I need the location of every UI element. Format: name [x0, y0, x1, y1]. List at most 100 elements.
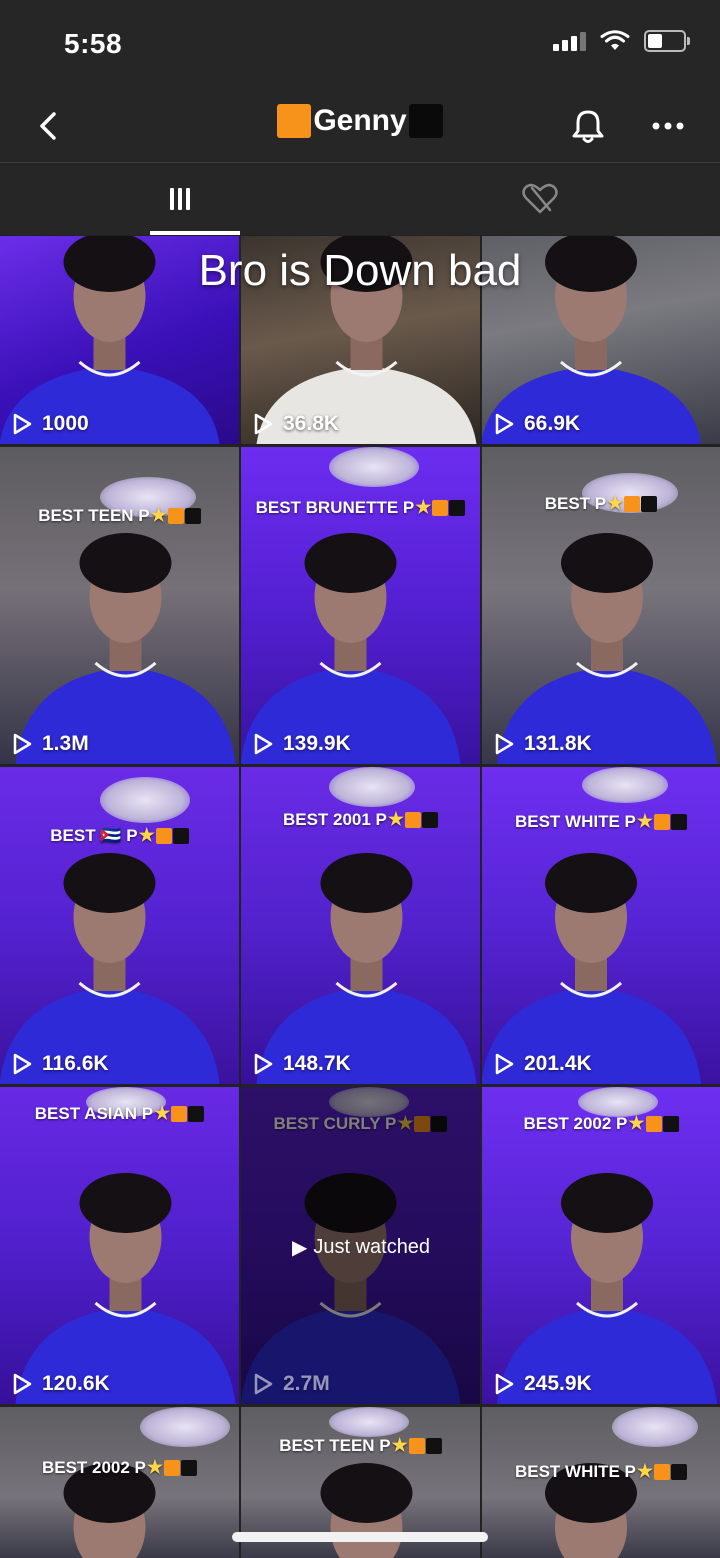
play-outline-icon [495, 733, 514, 755]
black-square-emoji [641, 495, 658, 512]
video-thumbnail[interactable]: BEST BRUNETTE P ★ 139.9K [241, 447, 480, 764]
view-count-text: 131.8K [524, 732, 592, 755]
orange-square-emoji [432, 499, 449, 516]
video-thumbnail[interactable]: BEST 🇨🇺 P ★ 116.6K [0, 767, 239, 1084]
black-square-emoji [671, 813, 688, 830]
caption-text: BEST 2002 P [41, 1457, 146, 1477]
view-count: 36.8K [251, 412, 339, 436]
orange-square-emoji [164, 1459, 181, 1476]
star-emoji: ★ [391, 1435, 408, 1455]
caption-text: BEST WHITE P [514, 811, 636, 831]
profile-tabs [0, 163, 720, 235]
status-time: 5:58 [64, 28, 123, 59]
view-count: 245.9K [492, 1372, 592, 1396]
status-bar: 5:58 [0, 0, 720, 90]
play-outline-icon [13, 733, 32, 755]
thumbnail-caption: BEST 2002 P ★ [0, 1457, 239, 1478]
person-figure [497, 1173, 717, 1404]
orange-square-emoji [277, 104, 312, 138]
star-emoji: ★ [138, 825, 155, 845]
video-thumbnail[interactable]: 66.9K [482, 236, 720, 444]
person-figure [15, 533, 236, 764]
play-outline-icon [254, 1373, 273, 1395]
thumbnail-caption: BEST TEEN P ★ [0, 505, 239, 526]
person-figure [241, 533, 461, 764]
black-square-emoji [449, 499, 466, 516]
black-square-emoji [662, 1115, 679, 1132]
caption-text: BEST 🇨🇺 P [50, 825, 138, 845]
orange-square-emoji [408, 1437, 425, 1454]
view-count-text: 1.3M [42, 732, 89, 755]
play-outline-icon [13, 413, 32, 435]
star-emoji: ★ [607, 493, 624, 513]
page-title: Genny [0, 104, 720, 138]
play-outline-icon [13, 1053, 32, 1075]
thumbnail-caption: BEST WHITE P ★ [482, 1461, 720, 1482]
tab-videos[interactable] [0, 163, 360, 235]
battery-icon [644, 30, 690, 52]
video-thumbnail[interactable]: BEST WHITE P ★ [482, 1407, 720, 1558]
video-thumbnail[interactable]: BEST TEEN P ★ 1.3M [0, 447, 239, 764]
black-square-emoji [408, 104, 443, 138]
thumbnail-caption: BEST 🇨🇺 P ★ [0, 825, 239, 846]
video-thumbnail[interactable]: BEST ASIAN P ★ 120.6K [0, 1087, 239, 1404]
orange-square-emoji [171, 1105, 188, 1122]
heart-slash-icon [522, 183, 558, 214]
play-outline-icon [254, 413, 273, 435]
star-emoji: ★ [415, 497, 432, 517]
caption-text: BEST ASIAN P [34, 1103, 154, 1123]
video-thumbnail[interactable]: 36.8K [241, 236, 480, 444]
view-count: 116.6K [10, 1052, 109, 1076]
person-figure [545, 1463, 637, 1558]
black-square-emoji [181, 1459, 198, 1476]
person-figure [15, 1173, 236, 1404]
black-square-emoji [425, 1437, 442, 1454]
profile-header: Genny [0, 90, 720, 163]
caption-text: BEST TEEN P [279, 1435, 391, 1455]
profile-name: Genny [313, 104, 407, 137]
view-count-text: 148.7K [283, 1052, 351, 1075]
view-count: 66.9K [492, 412, 580, 436]
view-count: 120.6K [10, 1372, 110, 1396]
star-emoji: ★ [146, 1457, 164, 1477]
grid-icon [170, 188, 190, 210]
orange-square-emoji [624, 495, 641, 512]
video-thumbnail[interactable]: BEST WHITE P ★ 201.4K [482, 767, 720, 1084]
video-thumbnail[interactable]: BEST 2002 P ★ [0, 1407, 239, 1558]
view-count-text: 201.4K [524, 1052, 592, 1075]
view-count: 201.4K [492, 1052, 592, 1076]
status-icons [553, 30, 690, 52]
caption-text: BEST 2002 P [523, 1113, 628, 1133]
thumbnail-caption: BEST WHITE P ★ [482, 811, 720, 832]
video-thumbnail[interactable]: BEST CURLY P★▶Just watched2.7M [241, 1087, 480, 1404]
view-count: 1.3M [10, 732, 89, 756]
black-square-emoji [671, 1463, 688, 1480]
view-count-text: 1000 [42, 412, 89, 435]
black-square-emoji [422, 811, 439, 828]
star-emoji: ★ [636, 811, 654, 831]
thumbnail-caption: BEST 2001 P ★ [241, 809, 480, 830]
cellular-signal-icon [553, 31, 586, 51]
caption-text: BEST BRUNETTE P [255, 497, 415, 517]
view-count: 139.9K [251, 732, 351, 756]
orange-square-emoji [645, 1115, 662, 1132]
view-count: 2.7M [251, 1372, 330, 1396]
home-indicator[interactable] [232, 1532, 488, 1542]
more-horizontal-icon[interactable] [646, 104, 690, 148]
star-emoji: ★ [154, 1103, 171, 1123]
play-outline-icon [495, 1053, 514, 1075]
video-thumbnail[interactable]: BEST P ★ 131.8K [482, 447, 720, 764]
video-thumbnail[interactable]: BEST 2002 P ★ 245.9K [482, 1087, 720, 1404]
bell-icon[interactable] [566, 104, 610, 148]
view-count-text: 245.9K [524, 1372, 592, 1395]
thumbnail-caption: BEST P ★ [482, 493, 720, 514]
play-outline-icon [495, 1373, 514, 1395]
caption-text: BEST P [544, 493, 607, 513]
star-emoji: ★ [628, 1113, 645, 1133]
tab-liked[interactable] [360, 163, 720, 235]
thumbnail-caption: BEST TEEN P ★ [241, 1435, 480, 1456]
video-thumbnail[interactable]: BEST 2001 P ★ 148.7K [241, 767, 480, 1084]
wifi-icon [600, 30, 630, 50]
black-square-emoji [172, 827, 189, 844]
video-thumbnail[interactable]: 1000 [0, 236, 239, 444]
